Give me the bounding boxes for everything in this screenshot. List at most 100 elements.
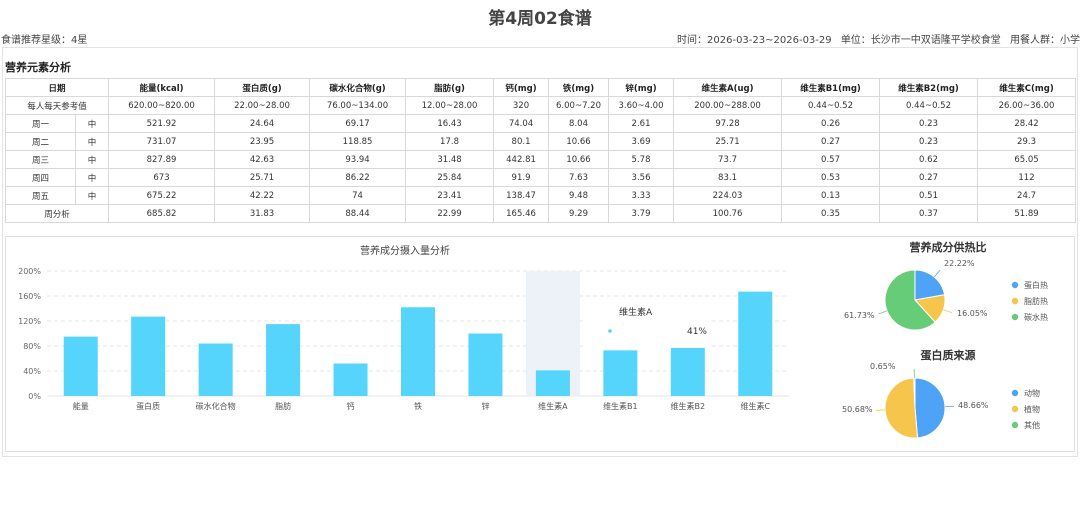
bar [535, 370, 570, 396]
value-cell: 9.48 [548, 186, 610, 205]
value-cell: 73.7 [673, 150, 783, 169]
value-cell: 3.69 [608, 132, 675, 151]
meal-cell: 中 [74, 150, 110, 169]
audience: 用餐人群：小学 [1010, 35, 1080, 46]
col-header-vitamin-b1: 维生素B1(mg) [781, 78, 881, 97]
value-cell: 69.17 [309, 114, 407, 133]
y-tick-label: 40% [23, 367, 41, 376]
reference-label: 每人每天参考值 [4, 96, 110, 115]
legend-marker [1011, 405, 1019, 413]
value-cell: 83.1 [673, 168, 783, 187]
value-cell: 23.95 [214, 132, 311, 151]
value-cell: 91.9 [493, 168, 550, 187]
value-cell: 731.07 [108, 132, 216, 151]
value-cell: 10.66 [548, 150, 610, 169]
x-tick-label: 维生素A [538, 401, 568, 411]
bar [738, 291, 773, 396]
summary-cell: 0.35 [781, 204, 881, 223]
value-cell: 0.57 [781, 150, 881, 169]
col-header-carbs: 碳水化合物(g) [309, 78, 407, 97]
summary-cell: 51.89 [977, 204, 1077, 223]
pie-value-label: 50.68% [842, 405, 873, 414]
summary-cell: 22.99 [405, 204, 495, 223]
x-tick-label: 蛋白质 [136, 401, 160, 411]
x-tick-label: 维生素B1 [603, 401, 638, 411]
chart-title: 营养成分摄入量分析 [360, 244, 450, 257]
value-cell: 0.26 [781, 114, 881, 133]
x-tick-label: 碳水化合物 [196, 401, 236, 411]
pie-value-label: 61.73% [844, 311, 875, 320]
value-cell: 24.7 [977, 186, 1077, 205]
value-cell: 112 [977, 168, 1077, 187]
reference-cell: 76.00~134.00 [309, 96, 407, 115]
bar [670, 347, 705, 396]
pie-value-label: 16.05% [957, 309, 988, 318]
tooltip-label: 维生素A [619, 306, 653, 318]
rating-text: 食谱推荐星级：4星 [1, 35, 88, 46]
value-cell: 442.81 [493, 150, 550, 169]
legend-label: 碳水热 [1024, 312, 1048, 322]
tooltip-box [583, 298, 711, 348]
legend-label: 蛋白热 [1024, 280, 1048, 290]
section-title: 营养元素分析 [5, 61, 71, 74]
value-cell: 65.05 [977, 150, 1077, 169]
reference-cell: 6.00~7.20 [548, 96, 610, 115]
value-cell: 42.63 [214, 150, 311, 169]
value-cell: 23.41 [405, 186, 495, 205]
y-tick-label: 80% [23, 342, 41, 351]
y-tick-label: 200% [18, 267, 41, 276]
value-cell: 0.62 [879, 150, 979, 169]
value-cell: 118.85 [309, 132, 407, 151]
x-tick-label: 能量 [73, 401, 89, 411]
pie-leader-line [933, 269, 941, 278]
value-cell: 42.22 [214, 186, 311, 205]
value-cell: 28.42 [977, 114, 1077, 133]
legend-label: 脂肪热 [1024, 296, 1048, 306]
col-header-zinc: 锌(mg) [608, 78, 675, 97]
legend-label: 植物 [1024, 404, 1040, 414]
pie-title: 蛋白质来源 [921, 348, 976, 362]
summary-cell: 88.44 [309, 204, 407, 223]
value-cell: 74 [309, 186, 407, 205]
reference-cell: 620.00~820.00 [108, 96, 216, 115]
reference-cell: 3.60~4.00 [608, 96, 675, 115]
summary-cell: 100.76 [673, 204, 783, 223]
bar [333, 363, 368, 396]
intake-bar-chart: 营养成分摄入量分析 0% 40% 80% 120% 160% 200% 能量 蛋白质 碳水化合物 脂… [18, 244, 789, 411]
day-cell: 周三 [5, 150, 76, 169]
summary-cell: 31.83 [214, 204, 311, 223]
col-header-energy: 能量(kcal) [108, 78, 216, 97]
y-tick-label: 120% [18, 317, 41, 326]
table-row: 周一中 521.92 24.64 69.17 16.43 74.04 8.04 2.61 97.… [5, 114, 1077, 133]
day-cell: 周四 [5, 168, 76, 187]
value-cell: 25.84 [405, 168, 495, 187]
value-cell: 0.23 [879, 114, 979, 133]
y-tick-label: 160% [18, 292, 41, 301]
col-header-iron: 铁(mg) [548, 78, 610, 97]
menu-meta: 时间：2026-03-23~2026-03-29 单位：长沙市一中双语隆平学校食… [671, 31, 1080, 46]
reference-cell: 26.00~36.00 [977, 96, 1077, 115]
value-cell: 25.71 [214, 168, 311, 187]
value-cell: 10.66 [548, 132, 610, 151]
legend-marker [1011, 281, 1019, 289]
value-cell: 5.78 [608, 150, 675, 169]
y-tick-label: 0% [28, 392, 41, 401]
reference-cell: 0.44~0.52 [879, 96, 979, 115]
pie-value-label: 22.22% [944, 259, 975, 268]
nutrition-table: 日期 能量(kcal) 蛋白质(g) 碳水化合物(g) 脂肪(g) 钙(mg) … [4, 78, 1077, 223]
pie-title: 营养成分供热比 [910, 240, 987, 254]
pie-leader-line [878, 310, 888, 315]
x-tick-label: 铁 [414, 401, 422, 411]
reference-cell: 200.00~288.00 [673, 96, 783, 115]
value-cell: 2.61 [608, 114, 675, 133]
summary-cell: 685.82 [108, 204, 216, 223]
legend-label: 其他 [1024, 420, 1040, 430]
value-cell: 0.23 [879, 132, 979, 151]
x-tick-label: 钙 [347, 401, 355, 411]
table-row: 周五中 675.22 42.22 74 23.41 138.47 9.48 3.33 224.0… [5, 186, 1077, 205]
summary-cell: 3.79 [608, 204, 675, 223]
bar [266, 324, 301, 396]
pie-value-label: 0.65% [870, 362, 896, 371]
value-cell: 74.04 [493, 114, 550, 133]
x-tick-label: 脂肪 [275, 401, 291, 411]
